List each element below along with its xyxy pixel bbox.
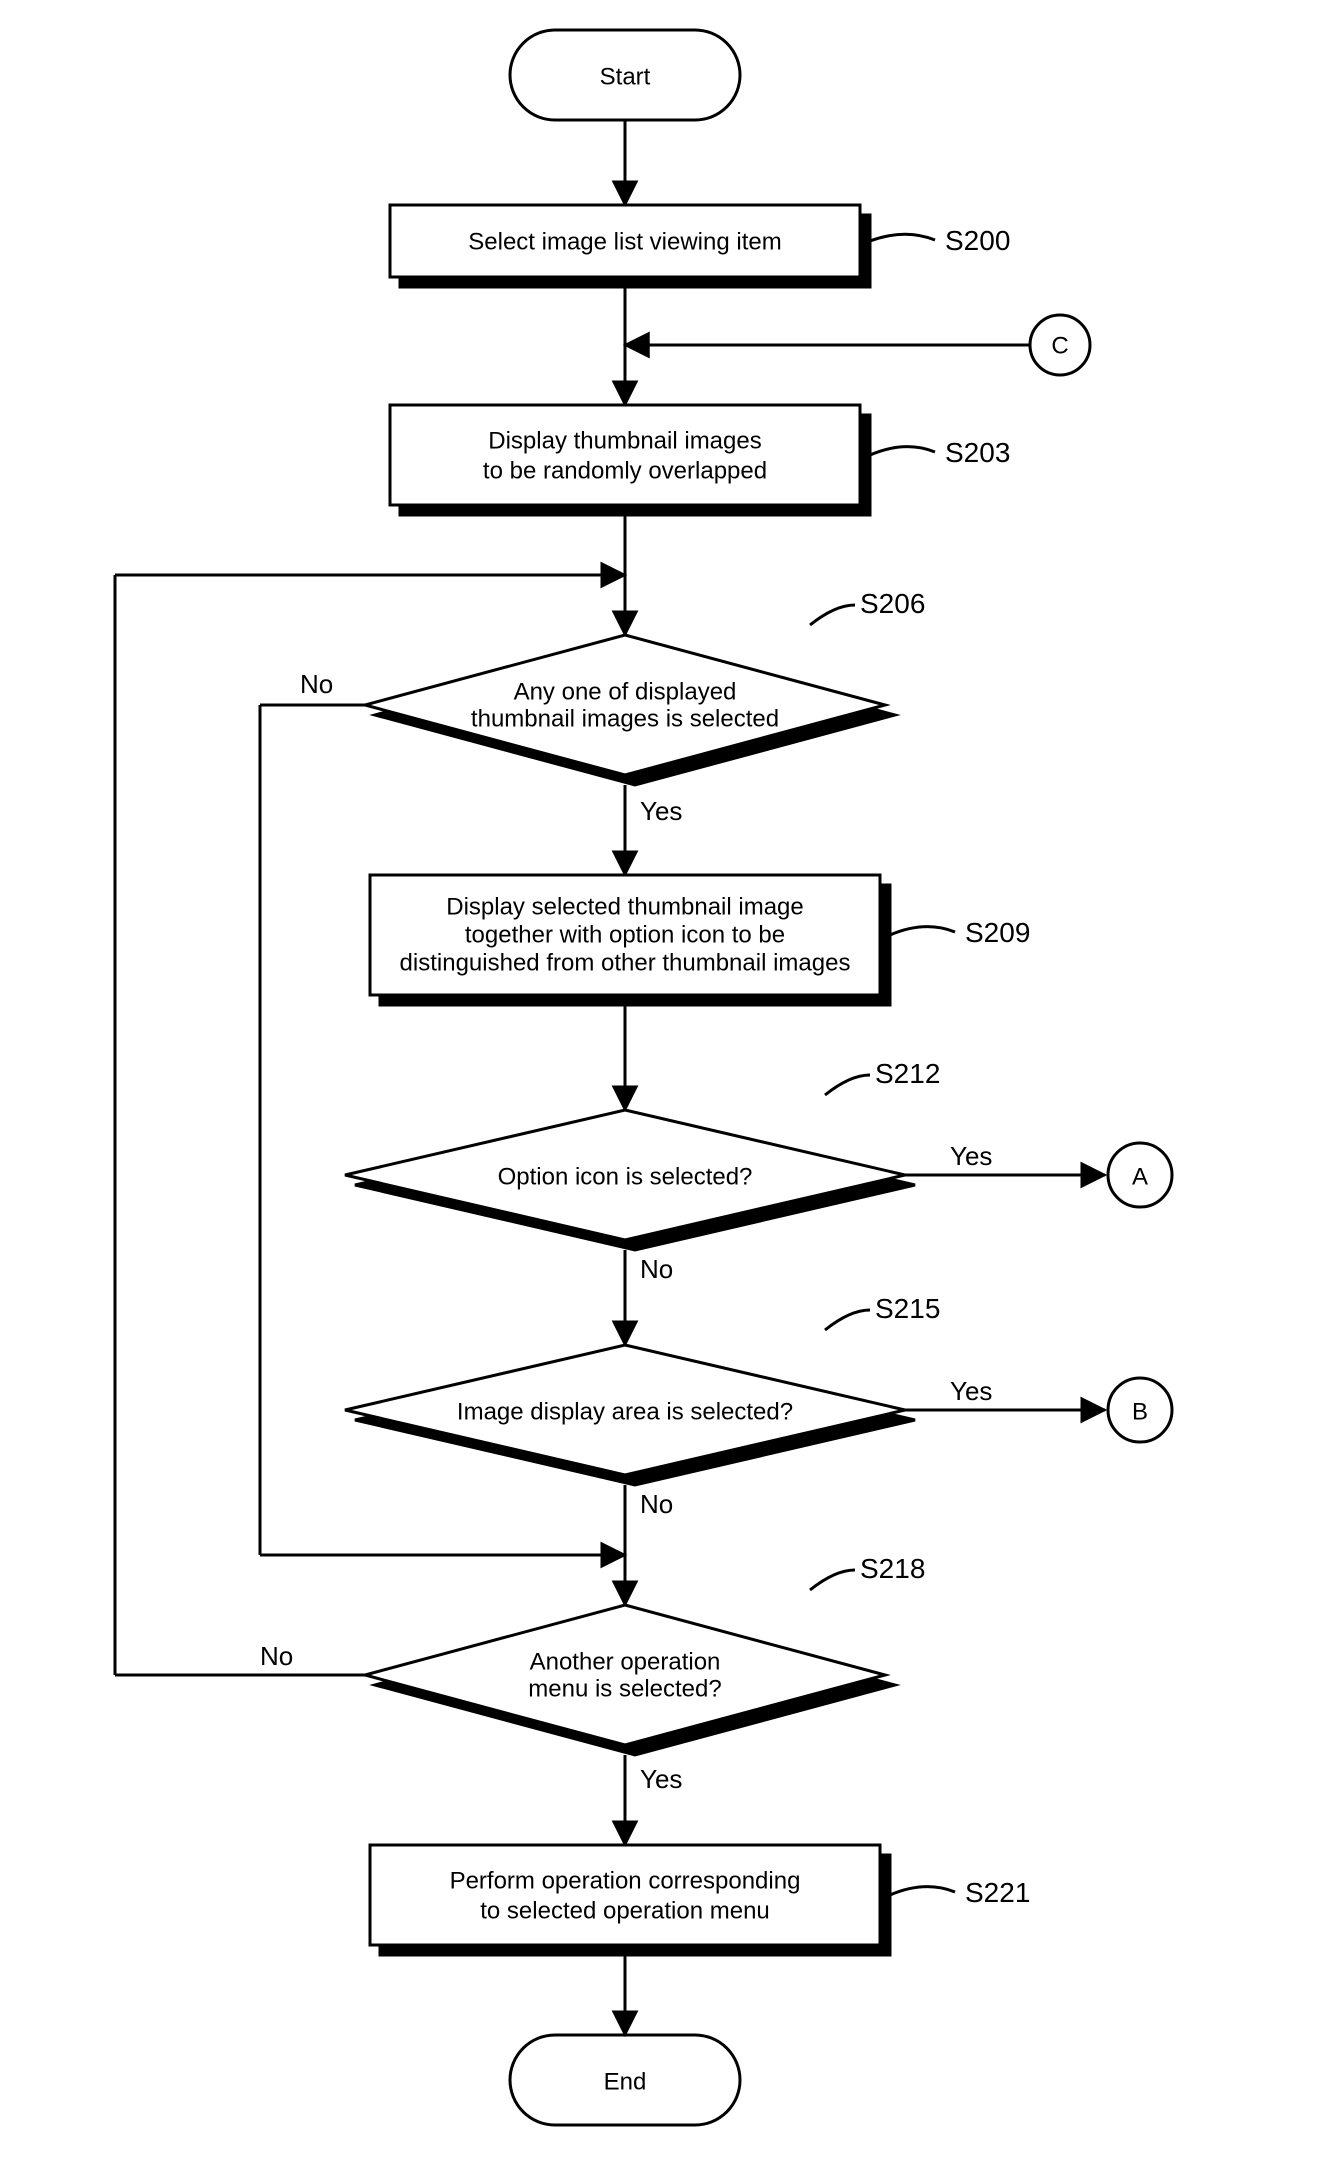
svg-text:Perform operation correspondin: Perform operation corresponding — [450, 1867, 801, 1894]
svg-text:distinguished from other thumb: distinguished from other thumbnail image… — [400, 949, 851, 976]
svg-text:together with option icon to b: together with option icon to be — [465, 921, 785, 948]
svg-text:No: No — [640, 1489, 673, 1519]
svg-text:A: A — [1132, 1163, 1148, 1190]
svg-text:Another operation: Another operation — [530, 1648, 721, 1675]
node-end: End — [510, 2035, 740, 2125]
svg-text:to selected operation menu: to selected operation menu — [480, 1897, 770, 1924]
node-s212: Option icon is selected? — [345, 1110, 915, 1250]
svg-text:Yes: Yes — [640, 1764, 682, 1794]
label-s212: S212 — [875, 1058, 940, 1089]
node-s200: Select image list viewing item — [390, 205, 870, 287]
node-s206: Any one of displayed thumbnail images is… — [365, 635, 895, 785]
svg-text:No: No — [300, 669, 333, 699]
node-s209: Display selected thumbnail image togethe… — [370, 875, 890, 1005]
svg-text:Image display area is selected: Image display area is selected? — [457, 1398, 793, 1425]
svg-text:Display thumbnail images: Display thumbnail images — [488, 427, 761, 454]
label-s218: S218 — [860, 1553, 925, 1584]
connector-b: B — [1108, 1378, 1172, 1442]
connector-c: C — [1030, 315, 1090, 375]
svg-text:Select image list viewing item: Select image list viewing item — [468, 228, 781, 255]
label-s203: S203 — [945, 437, 1010, 468]
svg-text:End: End — [604, 2068, 647, 2095]
label-s200: S200 — [945, 225, 1010, 256]
svg-text:Yes: Yes — [950, 1376, 992, 1406]
label-s209: S209 — [965, 917, 1030, 948]
svg-text:C: C — [1051, 332, 1068, 359]
svg-text:menu is selected?: menu is selected? — [528, 1675, 721, 1702]
svg-text:Yes: Yes — [950, 1141, 992, 1171]
connector-a: A — [1108, 1143, 1172, 1207]
svg-text:thumbnail images is selected: thumbnail images is selected — [471, 705, 779, 732]
node-s215: Image display area is selected? — [345, 1345, 915, 1485]
label-s221: S221 — [965, 1877, 1030, 1908]
svg-text:No: No — [640, 1254, 673, 1284]
svg-text:B: B — [1132, 1398, 1148, 1425]
svg-text:Start: Start — [600, 63, 651, 90]
svg-text:No: No — [260, 1641, 293, 1671]
svg-text:to be randomly overlapped: to be randomly overlapped — [483, 457, 767, 484]
node-s221: Perform operation corresponding to selec… — [370, 1845, 890, 1955]
label-s215: S215 — [875, 1293, 940, 1324]
node-s203: Display thumbnail images to be randomly … — [390, 405, 870, 515]
svg-text:Display selected thumbnail ima: Display selected thumbnail image — [446, 893, 804, 920]
svg-text:Yes: Yes — [640, 796, 682, 826]
flowchart-diagram: Start Select image list viewing item S20… — [0, 0, 1334, 2161]
svg-text:Any one of displayed: Any one of displayed — [514, 678, 737, 705]
svg-text:Option icon is selected?: Option icon is selected? — [498, 1163, 753, 1190]
node-s218: Another operation menu is selected? — [365, 1605, 895, 1755]
label-s206: S206 — [860, 588, 925, 619]
node-start: Start — [510, 30, 740, 120]
